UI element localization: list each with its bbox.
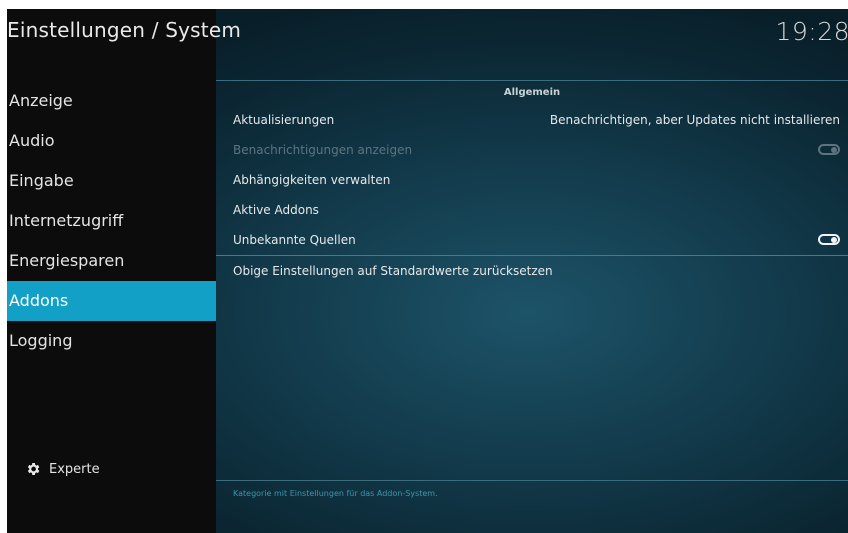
toggle-switch <box>818 144 840 155</box>
divider <box>216 80 848 81</box>
kodi-settings-window: Anzeige Audio Eingabe Internetzugriff En… <box>7 9 848 533</box>
sidebar-item-audio[interactable]: Audio <box>7 121 216 161</box>
gear-icon <box>27 463 40 475</box>
setting-label: Aktive Addons <box>233 203 319 217</box>
category-list: Anzeige Audio Eingabe Internetzugriff En… <box>7 81 216 361</box>
setting-label: Obige Einstellungen auf Standardwerte zu… <box>233 264 553 278</box>
sidebar-item-logging[interactable]: Logging <box>7 321 216 361</box>
settings-level-label: Experte <box>49 461 100 477</box>
sidebar: Anzeige Audio Eingabe Internetzugriff En… <box>7 9 216 533</box>
sidebar-item-eingabe[interactable]: Eingabe <box>7 161 216 201</box>
toggle-switch[interactable] <box>818 234 840 245</box>
sidebar-item-anzeige[interactable]: Anzeige <box>7 81 216 121</box>
setting-label: Unbekannte Quellen <box>233 233 356 247</box>
sidebar-item-energiesparen[interactable]: Energiesparen <box>7 241 216 281</box>
clock: 19:28 <box>775 17 848 46</box>
setting-unbekannte-quellen[interactable]: Unbekannte Quellen <box>216 225 848 256</box>
setting-label: Abhängigkeiten verwalten <box>233 173 391 187</box>
sidebar-item-internetzugriff[interactable]: Internetzugriff <box>7 201 216 241</box>
sidebar-item-addons[interactable]: Addons <box>7 281 216 321</box>
setting-label: Benachrichtigungen anzeigen <box>233 143 413 157</box>
divider <box>216 480 848 481</box>
section-title: Allgemein <box>503 87 561 98</box>
setting-aktive-addons[interactable]: Aktive Addons <box>216 195 848 225</box>
setting-benachrichtigungen-anzeigen: Benachrichtigungen anzeigen <box>216 135 848 165</box>
category-description: Kategorie mit Einstellungen für das Addo… <box>233 489 438 498</box>
settings-level-button[interactable]: Experte <box>25 461 100 477</box>
setting-label: Aktualisierungen <box>233 113 335 127</box>
reset-defaults-button[interactable]: Obige Einstellungen auf Standardwerte zu… <box>216 256 848 286</box>
setting-value: Benachrichtigen, aber Updates nicht inst… <box>549 113 840 127</box>
page-title: Einstellungen / System <box>7 18 242 42</box>
setting-aktualisierungen[interactable]: Aktualisierungen Benachrichtigen, aber U… <box>216 105 848 135</box>
settings-list: Aktualisierungen Benachrichtigen, aber U… <box>216 105 848 286</box>
setting-abhaengigkeiten-verwalten[interactable]: Abhängigkeiten verwalten <box>216 165 848 195</box>
